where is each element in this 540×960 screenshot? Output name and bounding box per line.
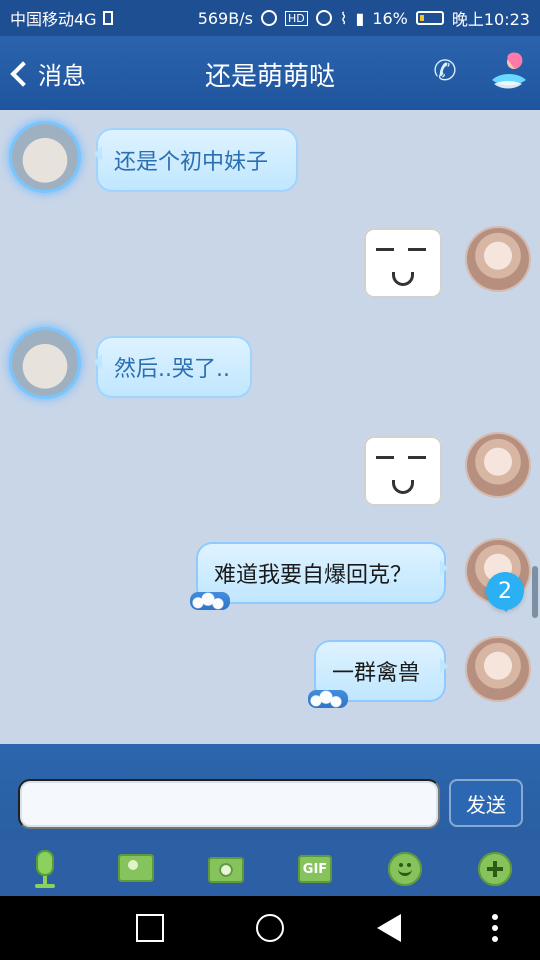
contact-avatar[interactable] — [12, 330, 78, 396]
status-left: 中国移动4G — [10, 6, 113, 30]
user-avatar[interactable] — [465, 636, 531, 702]
clock: 晚上10:23 — [451, 10, 530, 29]
status-right: 569B/s HD ⌇ ▮ 16% 晚上10:23 — [198, 6, 530, 30]
gif-label: GIF — [298, 855, 332, 883]
sim-icon — [102, 11, 113, 25]
message-text: 难道我要自爆回克？ — [214, 563, 413, 588]
signal-icon: ▮ — [355, 8, 365, 28]
alarm-icon — [260, 10, 277, 26]
network-speed: 569B/s — [197, 8, 253, 28]
user-avatar[interactable] — [465, 432, 531, 498]
user-avatar[interactable] — [465, 226, 531, 292]
gif-icon[interactable]: GIF — [298, 850, 334, 886]
contact-avatar[interactable] — [12, 124, 78, 190]
back-nav-button[interactable] — [377, 914, 401, 942]
image-icon[interactable] — [118, 850, 154, 886]
home-button[interactable] — [256, 914, 284, 942]
incoming-message[interactable]: 还是个初中妹子 — [94, 128, 298, 192]
battery-icon — [415, 11, 444, 25]
message-text: 然后..哭了.. — [114, 357, 230, 382]
microphone-icon[interactable] — [27, 850, 63, 888]
android-nav-bar — [0, 896, 540, 960]
unread-count: 2 — [498, 578, 512, 604]
hd-icon: HD — [284, 10, 308, 26]
status-bar: 中国移动4G 569B/s HD ⌇ ▮ 16% 晚上10:23 — [0, 0, 540, 36]
send-button[interactable]: 发送 — [449, 779, 523, 827]
carrier-label: 中国移动4G — [10, 10, 97, 29]
outgoing-message[interactable]: 难道我要自爆回克？ — [190, 542, 448, 610]
plus-icon[interactable] — [478, 850, 514, 886]
camera-icon[interactable] — [208, 850, 244, 886]
eye-icon — [315, 10, 332, 26]
chat-area[interactable]: 还是个初中妹子 然后..哭了.. 难道我要自爆回克？ 一群禽兽 — [0, 110, 540, 744]
wifi-icon: ⌇ — [339, 8, 348, 28]
emoji-icon[interactable] — [388, 850, 424, 886]
battery-percent: 16% — [372, 8, 408, 28]
sticker-message[interactable] — [364, 228, 442, 298]
recent-apps-button[interactable] — [136, 914, 164, 942]
message-input[interactable] — [18, 779, 440, 829]
unread-badge[interactable]: 2 — [486, 572, 524, 612]
chat-toolbar: GIF — [0, 840, 540, 896]
phone-call-button[interactable]: ✆ — [428, 54, 462, 88]
wave-decoration — [190, 592, 230, 610]
sticker-message[interactable] — [364, 436, 442, 506]
incoming-message[interactable]: 然后..哭了.. — [94, 336, 252, 398]
chat-header: 消息 还是萌萌哒 ✆ — [0, 36, 540, 110]
outgoing-message[interactable]: 一群禽兽 — [308, 640, 448, 708]
scrollbar[interactable] — [532, 566, 538, 618]
wave-decoration — [308, 690, 348, 708]
composer-panel: 发送 — [0, 744, 540, 840]
message-text: 还是个初中妹子 — [114, 150, 269, 175]
more-icon[interactable] — [492, 914, 498, 942]
message-text: 一群禽兽 — [332, 661, 421, 686]
send-label: 发送 — [466, 792, 506, 817]
mermaid-icon[interactable] — [484, 50, 532, 96]
